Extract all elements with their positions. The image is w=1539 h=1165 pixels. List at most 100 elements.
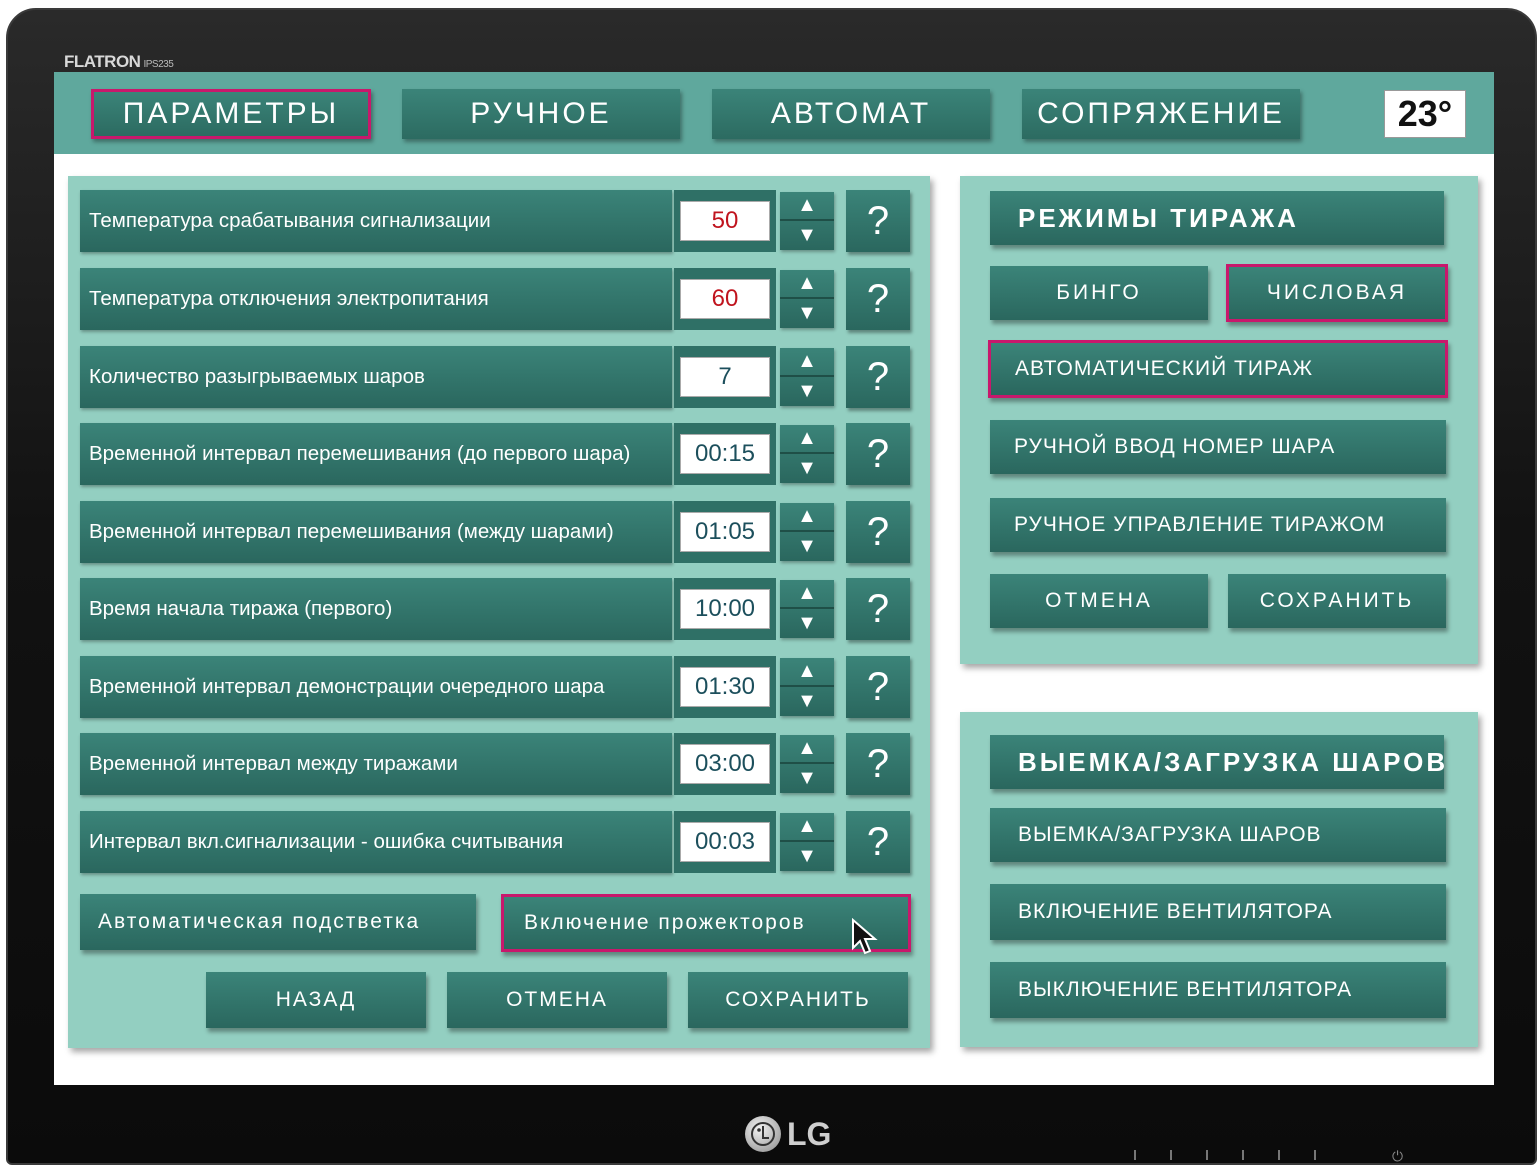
bezel-button[interactable] <box>1278 1150 1280 1160</box>
bezel-buttons[interactable] <box>1134 1150 1316 1160</box>
param-row-read-error: Интервал вкл.сигнализации - ошибка считы… <box>80 811 910 873</box>
fan-on-button[interactable]: ВКЛЮЧЕНИЕ ВЕНТИЛЯТОРА <box>990 884 1446 940</box>
param-row-mix-between: Временной интервал перемешивания (между … <box>80 501 910 563</box>
help-button[interactable]: ? <box>846 423 910 485</box>
param-label: Временной интервал перемешивания (до пер… <box>80 423 672 485</box>
arrow-down-icon[interactable]: ▼ <box>780 609 834 638</box>
balls-title: ВЫЕМКА/ЗАГРУЗКА ШАРОВ <box>990 735 1445 789</box>
arrow-up-icon[interactable]: ▲ <box>780 192 834 221</box>
value-stepper: ▲ ▼ <box>780 270 834 328</box>
param-row-demo-interval: Временной интервал демонстрации очередно… <box>80 656 910 718</box>
param-value-input[interactable]: 60 <box>680 279 770 319</box>
modes-save-button[interactable]: СОХРАНИТЬ <box>1228 574 1446 628</box>
param-value-input[interactable]: 7 <box>680 357 770 397</box>
manual-ball-entry-button[interactable]: РУЧНОЙ ВВОД НОМЕР ШАРА <box>990 420 1446 474</box>
back-button[interactable]: НАЗАД <box>206 972 426 1028</box>
param-value-input[interactable]: 03:00 <box>680 744 770 784</box>
tab-interface[interactable]: СОПРЯЖЕНИЕ <box>1022 89 1300 139</box>
param-value-input[interactable]: 01:30 <box>680 667 770 707</box>
arrow-up-icon[interactable]: ▲ <box>780 270 834 299</box>
param-label: Количество разыгрываемых шаров <box>80 346 672 408</box>
param-value-input[interactable]: 00:15 <box>680 434 770 474</box>
balls-panel: ВЫЕМКА/ЗАГРУЗКА ШАРОВ ВЫЕМКА/ЗАГРУЗКА ША… <box>960 712 1478 1047</box>
value-stepper: ▲ ▼ <box>780 735 834 793</box>
arrow-up-icon[interactable]: ▲ <box>780 425 834 454</box>
bezel-button[interactable] <box>1134 1150 1136 1160</box>
value-stepper: ▲ ▼ <box>780 580 834 638</box>
bezel-button[interactable] <box>1242 1150 1244 1160</box>
param-value-input[interactable]: 10:00 <box>680 589 770 629</box>
tab-manual[interactable]: РУЧНОЕ <box>402 89 680 139</box>
numeric-button[interactable]: ЧИСЛОВАЯ <box>1226 264 1448 322</box>
power-icon[interactable]: ⏻ <box>1392 1148 1403 1165</box>
lg-logo-icon <box>745 1116 781 1152</box>
help-button[interactable]: ? <box>846 811 910 873</box>
arrow-down-icon[interactable]: ▼ <box>780 764 834 793</box>
arrow-up-icon[interactable]: ▲ <box>780 580 834 609</box>
param-label: Временной интервал перемешивания (между … <box>80 501 672 563</box>
auto-backlight-button[interactable]: Автоматическая подстветка <box>80 894 476 950</box>
help-button[interactable]: ? <box>846 346 910 408</box>
param-value-wrap: 01:30 <box>674 656 776 718</box>
draw-modes-panel: РЕЖИМЫ ТИРАЖА БИНГО ЧИСЛОВАЯ АВТОМАТИЧЕС… <box>960 176 1478 664</box>
brand-model: IPS235 <box>143 59 174 70</box>
tab-parameters[interactable]: ПАРАМЕТРЫ <box>91 89 371 139</box>
help-button[interactable]: ? <box>846 501 910 563</box>
mouse-pointer-icon <box>852 918 878 955</box>
help-button[interactable]: ? <box>846 656 910 718</box>
lg-logo: LG <box>745 1112 831 1156</box>
temperature-display: 23° <box>1384 90 1466 138</box>
param-value-wrap: 01:05 <box>674 501 776 563</box>
param-row-start-time: Время начала тиража (первого) 10:00 ▲ ▼ … <box>80 578 910 640</box>
arrow-down-icon[interactable]: ▼ <box>780 454 834 483</box>
arrow-down-icon[interactable]: ▼ <box>780 532 834 561</box>
param-row-power-off-temp: Температура отключения электропитания 60… <box>80 268 910 330</box>
arrow-up-icon[interactable]: ▲ <box>780 735 834 764</box>
modes-cancel-button[interactable]: ОТМЕНА <box>990 574 1208 628</box>
param-row-alarm-temp: Температура срабатывания сигнализации 50… <box>80 190 910 252</box>
help-button[interactable]: ? <box>846 268 910 330</box>
arrow-down-icon[interactable]: ▼ <box>780 299 834 328</box>
save-button[interactable]: СОХРАНИТЬ <box>688 972 908 1028</box>
value-stepper: ▲ ▼ <box>780 658 834 716</box>
auto-draw-button[interactable]: АВТОМАТИЧЕСКИЙ ТИРАЖ <box>988 340 1448 398</box>
arrow-down-icon[interactable]: ▼ <box>780 377 834 406</box>
param-label: Интервал вкл.сигнализации - ошибка считы… <box>80 811 672 873</box>
param-value-input[interactable]: 01:05 <box>680 512 770 552</box>
arrow-up-icon[interactable]: ▲ <box>780 658 834 687</box>
param-label: Временной интервал между тиражами <box>80 733 672 795</box>
fan-off-button[interactable]: ВЫКЛЮЧЕНИЕ ВЕНТИЛЯТОРА <box>990 962 1446 1018</box>
arrow-up-icon[interactable]: ▲ <box>780 503 834 532</box>
help-button[interactable]: ? <box>846 733 910 795</box>
param-value-wrap: 7 <box>674 346 776 408</box>
bezel-button[interactable] <box>1206 1150 1208 1160</box>
load-unload-balls-button[interactable]: ВЫЕМКА/ЗАГРУЗКА ШАРОВ <box>990 808 1446 862</box>
param-value-input[interactable]: 00:03 <box>680 822 770 862</box>
bezel-button[interactable] <box>1170 1150 1172 1160</box>
screen: ПАРАМЕТРЫ РУЧНОЕ АВТОМАТ СОПРЯЖЕНИЕ 23° … <box>54 72 1494 1085</box>
param-value-input[interactable]: 50 <box>680 201 770 241</box>
parameters-panel: Температура срабатывания сигнализации 50… <box>68 176 930 1048</box>
cancel-button[interactable]: ОТМЕНА <box>447 972 667 1028</box>
param-label: Временной интервал демонстрации очередно… <box>80 656 672 718</box>
param-label: Температура отключения электропитания <box>80 268 672 330</box>
arrow-up-icon[interactable]: ▲ <box>780 813 834 842</box>
tab-automatic[interactable]: АВТОМАТ <box>712 89 990 139</box>
arrow-down-icon[interactable]: ▼ <box>780 221 834 250</box>
bingo-button[interactable]: БИНГО <box>990 266 1208 320</box>
top-navigation: ПАРАМЕТРЫ РУЧНОЕ АВТОМАТ СОПРЯЖЕНИЕ 23° <box>54 72 1494 154</box>
draw-modes-title: РЕЖИМЫ ТИРАЖА <box>990 191 1444 245</box>
help-button[interactable]: ? <box>846 578 910 640</box>
param-value-wrap: 10:00 <box>674 578 776 640</box>
manual-draw-control-button[interactable]: РУЧНОЕ УПРАВЛЕНИЕ ТИРАЖОМ <box>990 498 1446 552</box>
bezel-button[interactable] <box>1314 1150 1316 1160</box>
arrow-up-icon[interactable]: ▲ <box>780 348 834 377</box>
arrow-down-icon[interactable]: ▼ <box>780 842 834 871</box>
value-stepper: ▲ ▼ <box>780 813 834 871</box>
arrow-down-icon[interactable]: ▼ <box>780 687 834 716</box>
brand-name: FLATRON <box>64 52 141 71</box>
value-stepper: ▲ ▼ <box>780 425 834 483</box>
param-label: Температура срабатывания сигнализации <box>80 190 672 252</box>
help-button[interactable]: ? <box>846 190 910 252</box>
param-row-ball-count: Количество разыгрываемых шаров 7 ▲ ▼ ? <box>80 346 910 408</box>
